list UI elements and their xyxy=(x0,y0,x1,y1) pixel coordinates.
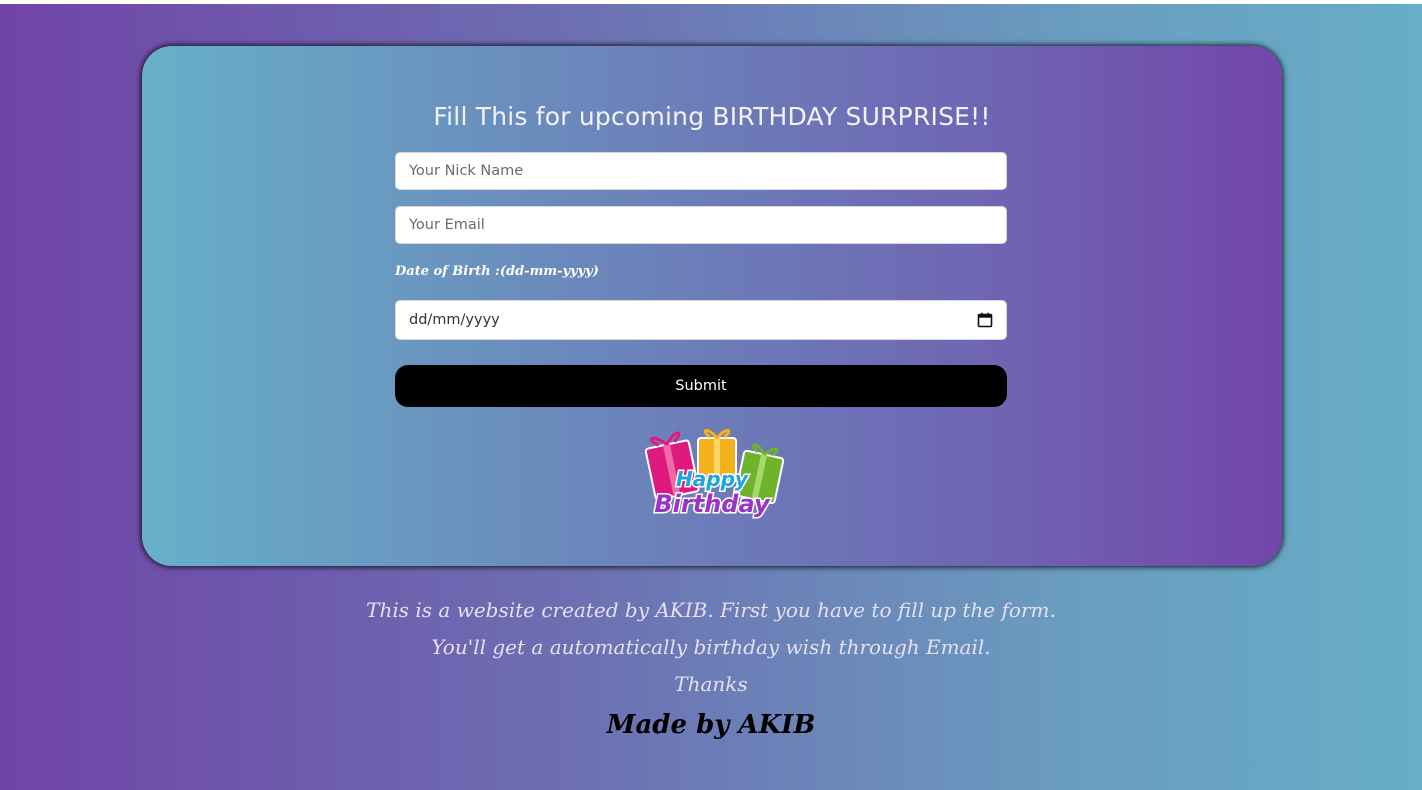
page-background: Fill This for upcoming BIRTHDAY SURPRISE… xyxy=(0,4,1422,790)
logo-happy-text: Happy xyxy=(676,467,749,491)
happy-birthday-logo: Happy Birthday xyxy=(632,424,794,524)
footer-line-2: You'll get a automatically birthday wish… xyxy=(431,635,991,659)
logo-birthday-text: Birthday xyxy=(654,490,771,518)
nick-name-placeholder: Your Nick Name xyxy=(409,163,524,179)
email-placeholder: Your Email xyxy=(409,217,485,233)
form-title: Fill This for upcoming BIRTHDAY SURPRISE… xyxy=(433,102,991,131)
email-input[interactable]: Your Email xyxy=(395,206,1007,244)
date-of-birth-input[interactable]: dd/mm/yyyy xyxy=(395,300,1007,340)
submit-button[interactable]: Submit xyxy=(395,365,1007,407)
made-by-credit: Made by AKIB xyxy=(606,710,816,740)
footer-line-1: This is a website created by AKIB. First… xyxy=(366,598,1056,622)
nick-name-input[interactable]: Your Nick Name xyxy=(395,152,1007,190)
calendar-icon[interactable] xyxy=(977,312,993,328)
footer-line-3: Thanks xyxy=(674,672,748,696)
date-of-birth-label: Date of Birth :(dd-mm-yyyy) xyxy=(395,264,599,279)
form-card: Fill This for upcoming BIRTHDAY SURPRISE… xyxy=(142,46,1282,566)
date-of-birth-placeholder: dd/mm/yyyy xyxy=(409,312,500,328)
